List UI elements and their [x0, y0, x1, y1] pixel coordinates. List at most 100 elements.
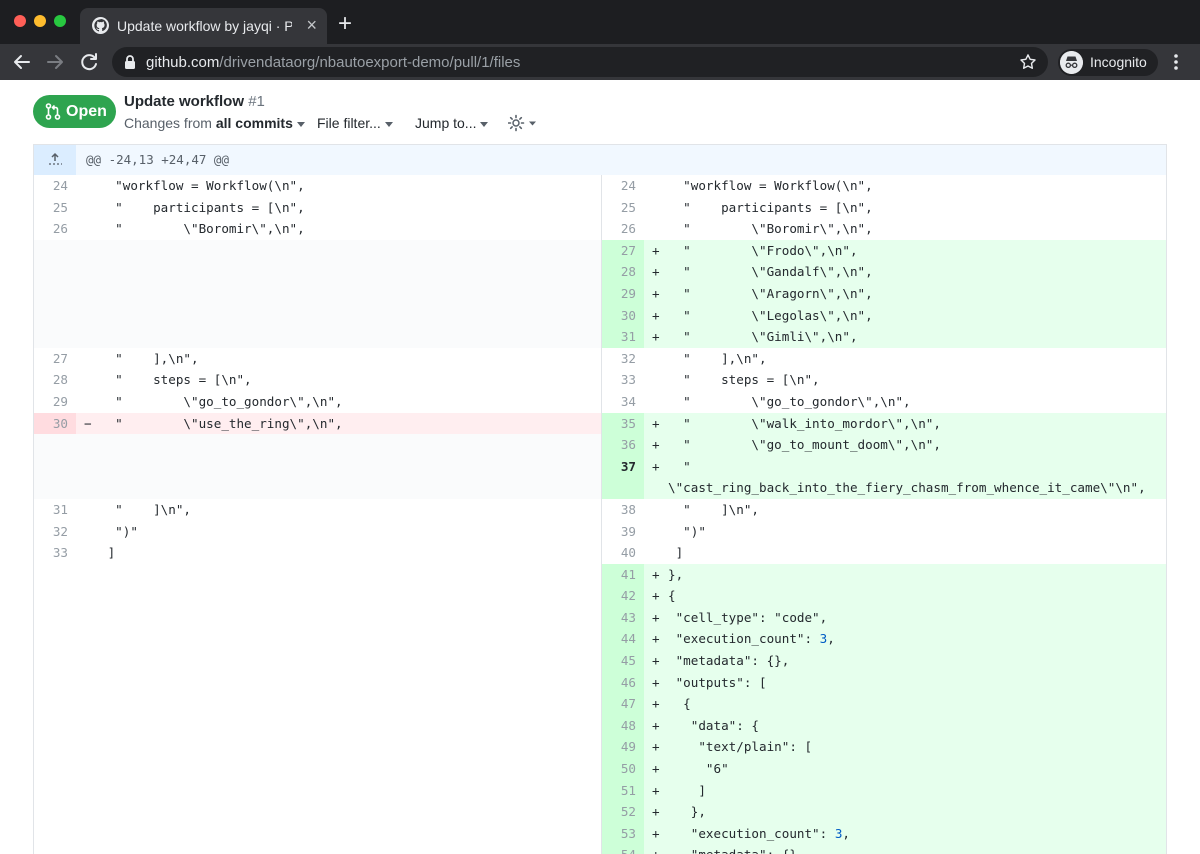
forward-arrow-icon[interactable]	[43, 50, 67, 74]
diff-sign: +	[652, 566, 660, 582]
line-number[interactable]: 36	[602, 434, 644, 456]
line-number[interactable]: 28	[602, 261, 644, 283]
expand-up-button[interactable]	[34, 145, 76, 175]
line-number[interactable]: 52	[602, 801, 644, 823]
minimize-window-button[interactable]	[34, 15, 46, 27]
line-number[interactable]: 38	[602, 499, 644, 521]
code-text: " \"Frodo\",\n",	[668, 242, 858, 258]
line-number[interactable]: 25	[34, 197, 76, 219]
line-number[interactable]: 49	[602, 736, 644, 759]
diff-sign: +	[652, 782, 660, 798]
line-number[interactable]: 26	[602, 218, 644, 240]
line-number[interactable]: 32	[602, 348, 644, 370]
line-number[interactable]: 48	[602, 714, 644, 737]
code-text: " ],\n",	[668, 350, 767, 366]
line-number	[34, 326, 76, 348]
diff-sign: +	[652, 285, 660, 301]
diff-line: 34 " \"go_to_gondor\",\n",	[602, 390, 1166, 413]
reload-icon[interactable]	[77, 50, 101, 74]
code-text: " ],\n",	[100, 350, 199, 366]
diff-line: 52 + },	[602, 801, 1166, 823]
address-bar[interactable]: github.com/drivendataorg/nbautoexport-de…	[112, 47, 1048, 77]
jump-to-dropdown[interactable]: Jump to...	[415, 115, 489, 131]
zoom-window-button[interactable]	[54, 15, 66, 27]
line-number[interactable]: 35	[602, 412, 644, 435]
close-tab-icon[interactable]: ×	[306, 15, 317, 35]
line-number[interactable]: 43	[602, 606, 644, 629]
line-number[interactable]: 50	[602, 758, 644, 780]
line-number[interactable]: 25	[602, 197, 644, 219]
line-number[interactable]: 53	[602, 822, 644, 845]
line-number[interactable]: 29	[602, 282, 644, 305]
code-text: },	[668, 804, 706, 820]
file-filter-dropdown[interactable]: File filter...	[317, 115, 393, 131]
diff-line: 49 + "text/plain": [	[602, 736, 1166, 759]
code-text: "6"	[668, 761, 729, 777]
line-number[interactable]: 40	[602, 542, 644, 564]
pr-title-text: Update workflow	[124, 93, 245, 110]
pr-title[interactable]: Update workflow #1	[124, 93, 265, 110]
line-number[interactable]: 42	[602, 585, 644, 607]
diff-settings-gear-icon[interactable]	[508, 114, 538, 132]
line-number[interactable]: 24	[34, 175, 76, 197]
diff-sign: +	[652, 609, 660, 625]
diff-line: 38 " ]\n",	[602, 498, 1166, 521]
chevron-down-icon	[384, 121, 393, 127]
url-host: github.com	[146, 54, 220, 71]
line-number[interactable]: 51	[602, 779, 644, 802]
diff-line: 31 + " \"Gimli\",\n",	[602, 326, 1166, 348]
line-number[interactable]: 33	[34, 542, 76, 564]
line-number[interactable]: 27	[602, 239, 644, 262]
line-number[interactable]: 37	[602, 455, 644, 499]
diff-right-side: 24 "workflow = Workflow(\n", 25 " partici…	[601, 175, 1166, 854]
diff-sign: +	[652, 415, 660, 431]
diff-line: 51 + ]	[602, 779, 1166, 802]
line-number	[34, 261, 76, 283]
line-number[interactable]: 27	[34, 348, 76, 370]
line-number[interactable]: 31	[602, 326, 644, 348]
changes-from-dropdown[interactable]: Changes from all commits	[124, 115, 305, 131]
diff-line: 25 " participants = [\n",	[34, 196, 601, 219]
diff-line: 46 + "outputs": [	[602, 671, 1166, 694]
line-number[interactable]: 29	[34, 391, 76, 413]
browser-menu-icon[interactable]	[1170, 51, 1182, 73]
line-number[interactable]: 54	[602, 844, 644, 854]
close-window-button[interactable]	[14, 15, 26, 27]
line-number[interactable]: 47	[602, 693, 644, 715]
pr-number: #1	[248, 93, 265, 110]
line-number[interactable]: 46	[602, 671, 644, 694]
diff-sign: +	[652, 674, 660, 690]
code-text: " steps = [\n",	[668, 372, 820, 388]
line-number[interactable]: 26	[34, 218, 76, 240]
diff-line: 48 + "data": {	[602, 714, 1166, 737]
line-number[interactable]: 28	[34, 369, 76, 391]
diff-empty-row	[34, 239, 601, 262]
line-number	[34, 305, 76, 327]
line-number[interactable]: 41	[602, 563, 644, 586]
url-text[interactable]: github.com/drivendataorg/nbautoexport-de…	[146, 54, 520, 71]
line-number[interactable]: 45	[602, 650, 644, 672]
expand-up-icon	[49, 152, 62, 165]
line-number[interactable]: 44	[602, 628, 644, 651]
incognito-profile-button[interactable]: Incognito	[1058, 49, 1158, 76]
diff-line: 45 + "metadata": {},	[602, 650, 1166, 672]
line-number[interactable]: 34	[602, 391, 644, 413]
incognito-label: Incognito	[1090, 54, 1147, 70]
diff-line: 37 + " \"cast_ring_back_into_the_fiery_ch…	[602, 455, 1166, 499]
bookmark-star-icon[interactable]	[1018, 52, 1038, 72]
browser-tab[interactable]: Update workflow by jayqi · Pull ×	[80, 8, 327, 44]
code-text: "execution_count": 3,	[668, 825, 850, 841]
line-number[interactable]: 39	[602, 521, 644, 543]
number-literal: 3	[819, 631, 828, 647]
diff-line: 41 +},	[602, 563, 1166, 586]
line-number[interactable]: 24	[602, 175, 644, 197]
code-text: " \"use_the_ring\",\n",	[100, 415, 343, 431]
new-tab-button[interactable]: +	[338, 11, 352, 37]
line-number[interactable]: 32	[34, 521, 76, 543]
line-number[interactable]: 33	[602, 369, 644, 391]
back-arrow-icon[interactable]	[10, 50, 34, 74]
line-number	[34, 283, 76, 305]
line-number[interactable]: 30	[34, 412, 76, 435]
line-number[interactable]: 30	[602, 304, 644, 327]
line-number[interactable]: 31	[34, 499, 76, 521]
